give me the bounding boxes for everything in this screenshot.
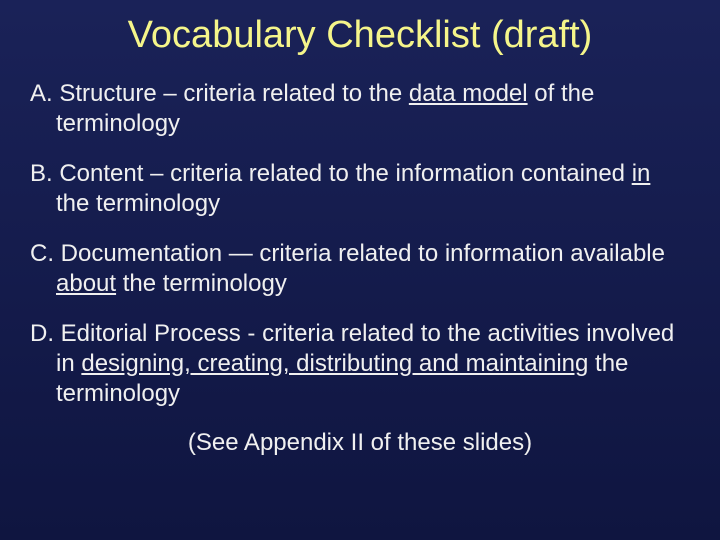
item-c-pre: Documentation — criteria related to info…	[61, 240, 665, 267]
item-c-label: C.	[30, 240, 61, 267]
item-a-underline: data model	[409, 80, 528, 107]
item-d: D. Editorial Process - criteria related …	[30, 319, 690, 409]
item-b: B. Content – criteria related to the inf…	[30, 159, 690, 219]
item-b-label: B.	[30, 160, 59, 187]
item-b-pre: Content – criteria related to the inform…	[59, 160, 631, 187]
item-b-underline: in	[632, 160, 651, 187]
item-a: A. Structure – criteria related to the d…	[30, 79, 690, 139]
slide-title: Vocabulary Checklist (draft)	[30, 14, 690, 57]
item-c: C. Documentation — criteria related to i…	[30, 239, 690, 299]
item-a-pre: Structure – criteria related to the	[59, 80, 409, 107]
item-c-underline: about	[56, 270, 116, 297]
item-d-underline: designing, creating, distributing and ma…	[81, 350, 588, 377]
footer-note: (See Appendix II of these slides)	[30, 429, 690, 457]
item-d-label: D.	[30, 320, 61, 347]
item-a-label: A.	[30, 80, 59, 107]
item-c-post: the terminology	[116, 270, 287, 297]
item-b-post: the terminology	[56, 190, 220, 217]
